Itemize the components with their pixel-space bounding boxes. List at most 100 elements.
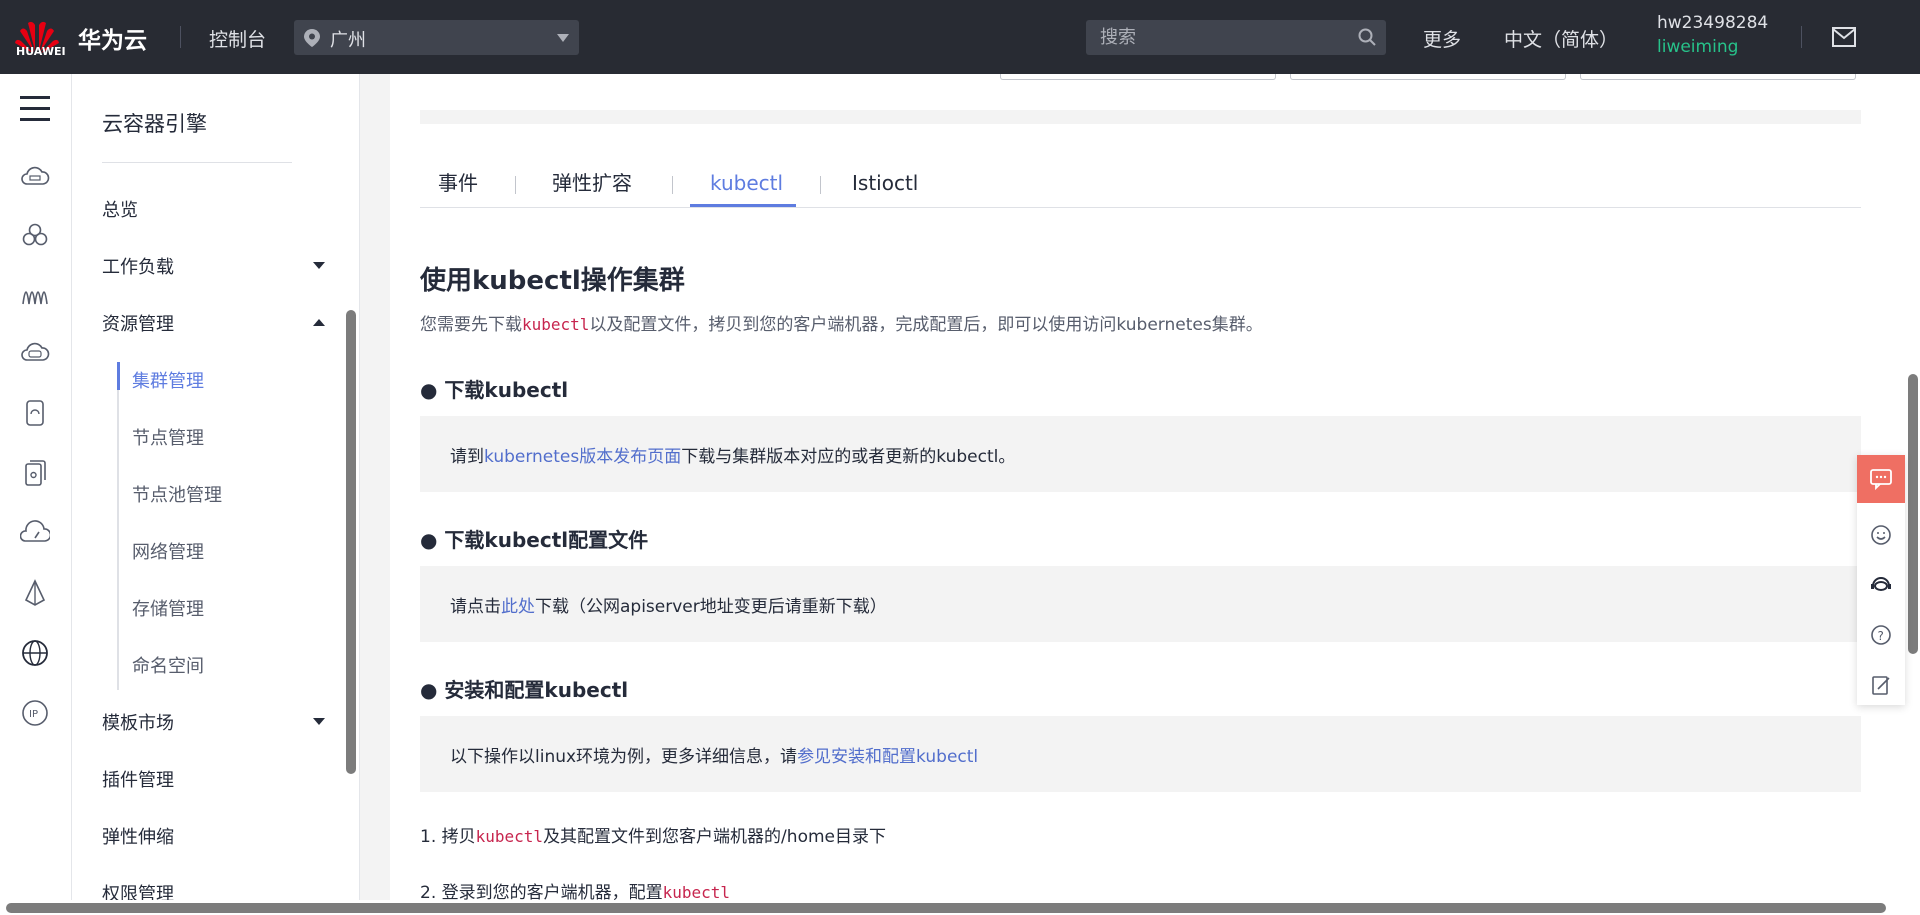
search-icon[interactable] xyxy=(1358,28,1376,46)
mail-icon[interactable] xyxy=(1832,27,1856,47)
sidebar-scrollbar[interactable] xyxy=(346,310,356,774)
control-box[interactable] xyxy=(1580,74,1856,80)
menu-icon[interactable] xyxy=(20,96,50,122)
tab-events[interactable]: 事件 xyxy=(438,166,478,208)
note-post: 下载与集群版本对应的或者更新的kubectl。 xyxy=(681,447,1016,467)
tab-elastic-scaling[interactable]: 弹性扩容 xyxy=(552,166,632,208)
sidebar-item-overview[interactable]: 总览 xyxy=(102,196,138,222)
sidebar-item-network-management[interactable]: 网络管理 xyxy=(132,538,204,564)
intro-post: 以及配置文件，拷贝到您的客户端机器，完成配置后，即可以使用访问kubernete… xyxy=(589,315,1263,335)
dashboard-icon[interactable] xyxy=(20,518,50,548)
feedback-icon xyxy=(1870,469,1892,491)
smile-icon[interactable] xyxy=(1869,523,1893,547)
note-pre: 请到 xyxy=(450,447,484,467)
sidebar-item-autoscaling[interactable]: 弹性伸缩 xyxy=(102,823,174,849)
page-title: 使用kubectl操作集群 xyxy=(420,266,685,296)
download-config-link[interactable]: 此处 xyxy=(501,597,535,617)
intro-text: 您需要先下载kubectl以及配置文件，拷贝到您的客户端机器，完成配置后，即可以… xyxy=(420,310,1263,335)
main-scrollbar[interactable] xyxy=(1906,74,1920,900)
note-text: 请到kubernetes版本发布页面下载与集群版本对应的或者更新的kubectl… xyxy=(450,442,1015,467)
location-pin-icon xyxy=(304,29,320,47)
globe-icon[interactable] xyxy=(20,638,50,668)
top-navbar: HUAWEI 华为云 控制台 广州 更多 中文（简体） hw23498284 l… xyxy=(0,0,1920,74)
language-switch[interactable]: 中文（简体） xyxy=(1504,25,1618,52)
k8s-release-link[interactable]: kubernetes版本发布页面 xyxy=(484,447,681,467)
cloud-server-icon[interactable] xyxy=(20,162,50,192)
username: liweiming xyxy=(1657,37,1739,57)
phone-icon[interactable] xyxy=(20,398,50,428)
divider xyxy=(180,26,181,48)
content-card: 事件 弹性扩容 kubectl Istioctl 使用kubectl操作集群 您… xyxy=(390,74,1906,903)
secondary-sidebar: 云容器引擎 总览 工作负载 资源管理 集群管理 节点管理 节点池管理 网络管理 … xyxy=(72,74,360,915)
sidebar-item-resources[interactable]: 资源管理 xyxy=(102,310,174,336)
logo-text: HUAWEI xyxy=(16,45,66,58)
search-box[interactable] xyxy=(1086,20,1386,55)
console-link[interactable]: 控制台 xyxy=(209,25,266,52)
sidebar-item-workloads[interactable]: 工作负载 xyxy=(102,253,174,279)
scrollbar-thumb[interactable] xyxy=(1908,374,1918,654)
sail-icon[interactable] xyxy=(20,578,50,608)
note-box: 请点击此处下载（公网apiserver地址变更后请重新下载） xyxy=(420,566,1861,642)
note-post: 下载（公网apiserver地址变更后请重新下载） xyxy=(535,597,887,617)
sidebar-item-nodepool-management[interactable]: 节点池管理 xyxy=(132,481,222,507)
note-text: 请点击此处下载（公网apiserver地址变更后请重新下载） xyxy=(450,592,887,617)
step-post: 及其配置文件到您客户端机器的/home目录下 xyxy=(543,827,886,847)
sidebar-item-cluster-management[interactable]: 集群管理 xyxy=(132,367,204,393)
section-band xyxy=(420,110,1861,124)
horizontal-scrollbar[interactable] xyxy=(0,900,1920,915)
sidebar-title: 云容器引擎 xyxy=(102,112,207,136)
tab-separator xyxy=(515,176,516,194)
divider xyxy=(102,162,292,163)
sidebar-item-addons[interactable]: 插件管理 xyxy=(102,766,174,792)
more-menu[interactable]: 更多 xyxy=(1423,25,1461,52)
support-icon[interactable] xyxy=(1869,573,1893,597)
tab-separator xyxy=(820,176,821,194)
edit-note-icon[interactable] xyxy=(1869,673,1893,697)
active-indicator xyxy=(117,362,120,390)
multi-device-icon[interactable] xyxy=(20,458,50,488)
control-box[interactable] xyxy=(1000,74,1276,80)
region-label: 广州 xyxy=(330,30,366,51)
active-tab-indicator xyxy=(690,204,796,207)
install-guide-link[interactable]: 参见安装和配置kubectl xyxy=(797,747,978,767)
note-pre: 请点击 xyxy=(450,597,501,617)
section-download-config-title: ● 下载kubectl配置文件 xyxy=(420,528,649,552)
note-box: 请到kubernetes版本发布页面下载与集群版本对应的或者更新的kubectl… xyxy=(420,416,1861,492)
brand-name[interactable]: 华为云 xyxy=(78,21,147,55)
function-icon[interactable] xyxy=(20,280,50,310)
ip-icon[interactable]: IP xyxy=(20,698,50,728)
tab-bar: 事件 弹性扩容 kubectl Istioctl xyxy=(420,166,1861,208)
tab-istioctl[interactable]: Istioctl xyxy=(852,166,918,208)
main-content: 事件 弹性扩容 kubectl Istioctl 使用kubectl操作集群 您… xyxy=(360,74,1906,903)
cluster-icon[interactable] xyxy=(20,220,50,250)
divider xyxy=(1801,26,1802,48)
chevron-down-icon[interactable] xyxy=(313,718,325,725)
chevron-up-icon[interactable] xyxy=(313,319,325,326)
account-id: hw23498284 xyxy=(1657,13,1769,33)
feedback-button[interactable] xyxy=(1857,455,1905,503)
control-box[interactable] xyxy=(1290,74,1566,80)
sidebar-item-node-management[interactable]: 节点管理 xyxy=(132,424,204,450)
sidebar-item-template-market[interactable]: 模板市场 xyxy=(102,709,174,735)
note-box: 以下操作以linux环境为例，更多详细信息，请参见安装和配置kubectl xyxy=(420,716,1861,792)
user-info[interactable]: hw23498284 liweiming xyxy=(1657,13,1768,57)
section-install-title: ● 安装和配置kubectl xyxy=(420,678,629,702)
help-icon[interactable]: ? xyxy=(1869,623,1893,647)
sidebar-item-storage-management[interactable]: 存储管理 xyxy=(132,595,204,621)
service-icon-rail: IP xyxy=(0,74,72,915)
note-pre: 以下操作以linux环境为例，更多详细信息，请 xyxy=(450,747,798,767)
region-selector[interactable]: 广州 xyxy=(294,20,579,55)
inline-code: kubectl xyxy=(522,315,590,334)
note-text: 以下操作以linux环境为例，更多详细信息，请参见安装和配置kubectl xyxy=(450,742,978,767)
cloud-db-icon[interactable] xyxy=(20,338,50,368)
step-pre: 1. 拷贝 xyxy=(420,827,476,847)
scrollbar-thumb[interactable] xyxy=(6,903,1886,913)
floating-help-panel: ? xyxy=(1857,455,1905,705)
svg-text:?: ? xyxy=(1878,629,1884,643)
tab-kubectl[interactable]: kubectl xyxy=(710,166,783,208)
section-download-kubectl-title: ● 下载kubectl xyxy=(420,378,569,402)
tab-separator xyxy=(672,176,673,194)
search-input[interactable] xyxy=(1086,20,1346,55)
sidebar-item-namespace[interactable]: 命名空间 xyxy=(132,652,204,678)
chevron-down-icon[interactable] xyxy=(313,262,325,269)
